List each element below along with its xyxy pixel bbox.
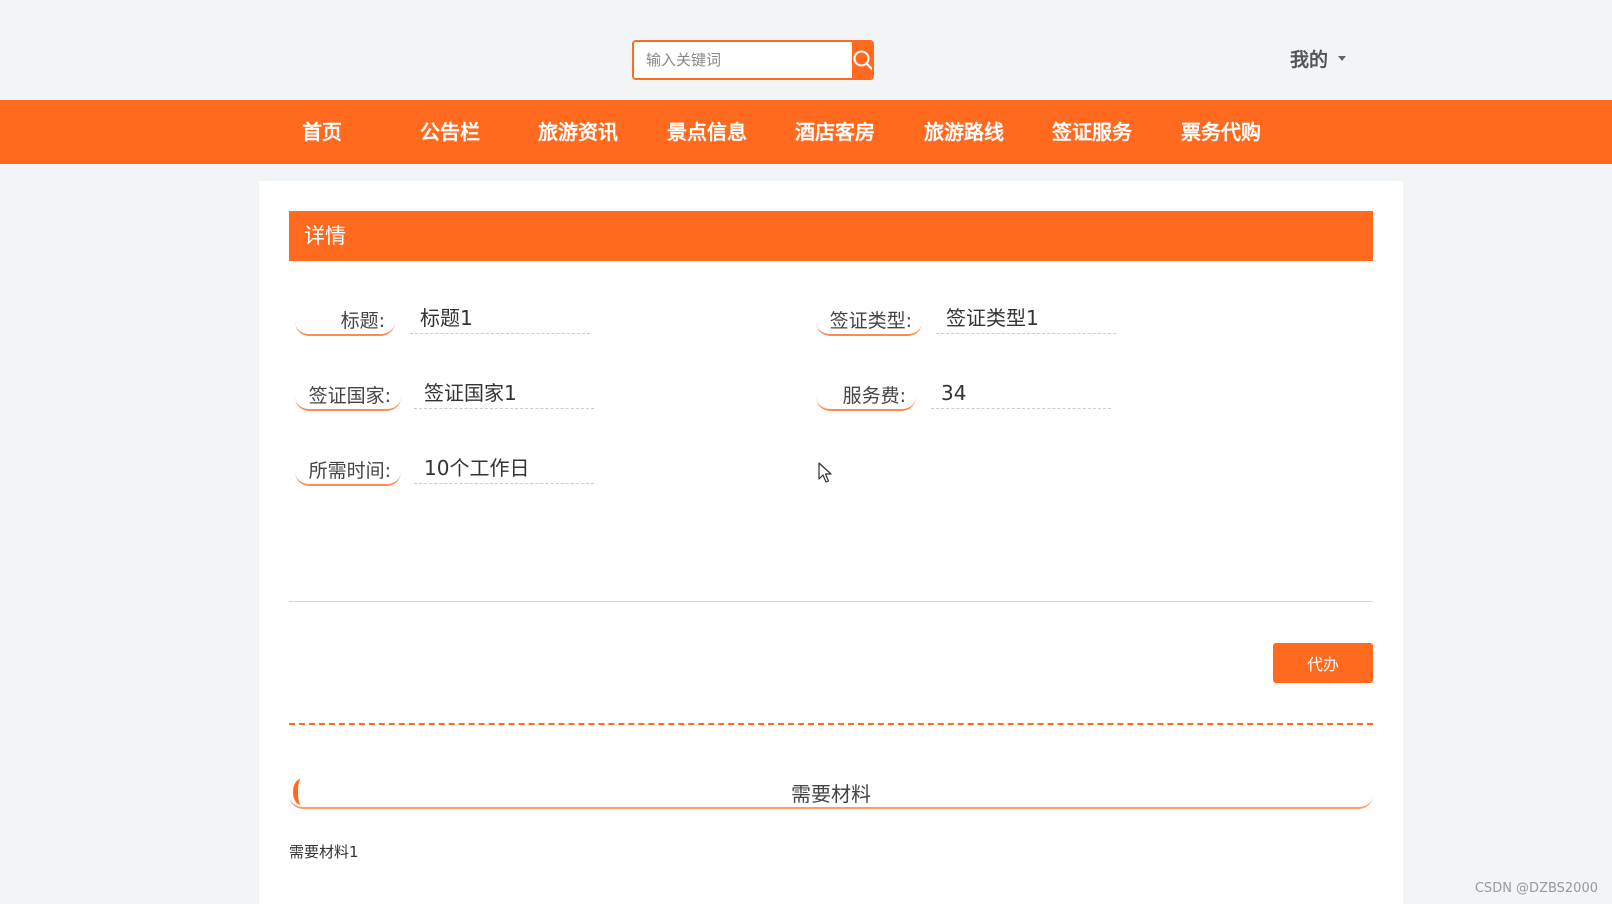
nav-item-travel-news[interactable]: 旅游资讯: [538, 100, 618, 164]
apply-button[interactable]: 代办: [1273, 643, 1373, 683]
search-button[interactable]: [852, 42, 872, 78]
divider: [289, 601, 1373, 602]
nav-item-travel-routes[interactable]: 旅游路线: [924, 100, 1004, 164]
required-time-label: 所需时间:: [295, 456, 401, 486]
materials-content: 需要材料1: [289, 843, 359, 861]
visa-type-label: 签证类型:: [816, 306, 922, 336]
materials-title: 需要材料: [791, 782, 871, 806]
visa-country-value: 签证国家1: [414, 379, 594, 409]
nav-item-hotel-rooms[interactable]: 酒店客房: [795, 100, 875, 164]
search-input[interactable]: [634, 42, 852, 78]
visa-type-value: 签证类型1: [936, 304, 1116, 334]
service-fee-label: 服务费:: [816, 381, 916, 411]
top-bar: 我的: [0, 0, 1612, 100]
title-value: 标题1: [410, 304, 590, 334]
main-nav: 首页 公告栏 旅游资讯 景点信息 酒店客房 旅游路线 签证服务 票务代购: [0, 100, 1612, 164]
panel-header: 详情: [289, 211, 1373, 261]
dashed-divider: [289, 723, 1373, 725]
nav-item-ticket-purchase[interactable]: 票务代购: [1181, 100, 1261, 164]
user-menu[interactable]: 我的: [1290, 44, 1347, 72]
service-fee-value: 34: [931, 379, 1111, 409]
title-label: 标题:: [295, 306, 395, 336]
chevron-down-icon: [1338, 55, 1347, 61]
search-icon: [853, 50, 872, 71]
visa-country-label: 签证国家:: [295, 381, 401, 411]
search-box: [632, 40, 874, 80]
nav-item-visa-service[interactable]: 签证服务: [1052, 100, 1132, 164]
materials-section-header: 需要材料: [289, 779, 1373, 809]
watermark: CSDN @DZBS2000: [1474, 881, 1598, 896]
user-menu-label: 我的: [1290, 48, 1329, 71]
required-time-value: 10个工作日: [414, 454, 594, 484]
mouse-cursor-icon: [818, 462, 832, 483]
detail-panel: 详情 标题: 标题1 签证类型: 签证类型1 签证国家: 签证国家1 服务费: …: [259, 181, 1403, 904]
nav-item-attractions[interactable]: 景点信息: [667, 100, 747, 164]
nav-item-home[interactable]: 首页: [302, 100, 342, 164]
nav-item-notice-board[interactable]: 公告栏: [420, 100, 480, 164]
